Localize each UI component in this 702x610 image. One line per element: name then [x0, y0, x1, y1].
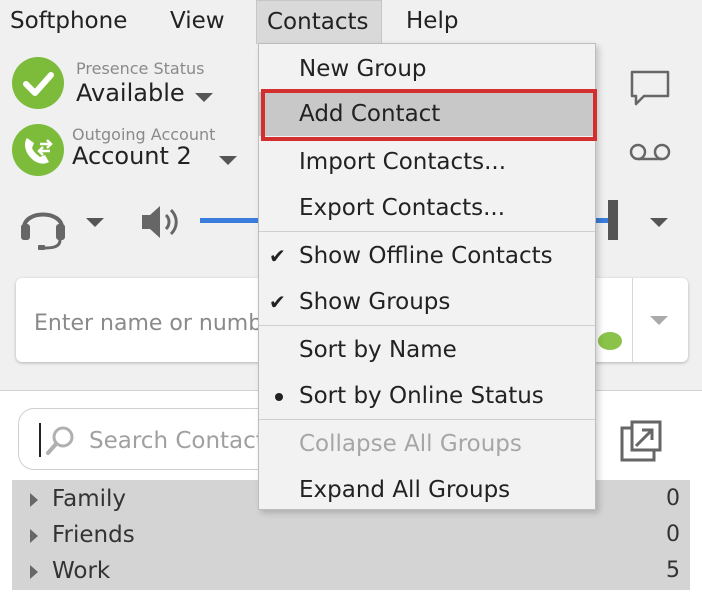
search-icon [46, 426, 74, 455]
menu-item-label: Sort by Online Status [299, 383, 544, 409]
volume-menu-caret-icon[interactable] [650, 218, 668, 227]
menu-item-export-contacts[interactable]: Export Contacts... [259, 186, 595, 230]
speaker-icon[interactable] [138, 200, 184, 244]
menu-item-show-offline-contacts[interactable]: ✔ Show Offline Contacts [259, 234, 595, 278]
account-dropdown-caret-icon[interactable] [219, 156, 237, 165]
radio-dot-icon [275, 393, 283, 401]
dial-input[interactable] [32, 302, 272, 344]
menu-contacts[interactable]: Contacts [256, 0, 382, 44]
phone-transfer-icon [25, 138, 53, 164]
presence-status-value[interactable]: Available [76, 79, 185, 107]
menu-item-import-contacts[interactable]: Import Contacts... [259, 140, 595, 184]
menu-item-label: Collapse All Groups [299, 431, 522, 457]
menu-softphone[interactable]: Softphone [0, 0, 137, 44]
expand-arrow-icon[interactable] [30, 529, 38, 543]
presence-status-label: Presence Status [76, 59, 205, 78]
checkmark-icon: ✔ [269, 244, 286, 268]
contacts-dropdown-menu: New Group Add Contact Import Contacts...… [258, 43, 597, 512]
menu-item-new-group[interactable]: New Group [259, 47, 595, 91]
menu-item-add-contact[interactable]: Add Contact [259, 89, 597, 141]
group-count: 0 [666, 522, 680, 547]
menu-item-label: Show Groups [299, 289, 451, 315]
volume-slider-handle[interactable] [608, 200, 618, 240]
menu-item-label: Expand All Groups [299, 477, 511, 503]
presence-dropdown-caret-icon[interactable] [195, 93, 213, 102]
volume-slider-fill [596, 218, 608, 223]
call-status-indicator [598, 332, 622, 350]
dial-divider [632, 278, 633, 362]
group-row-friends[interactable]: Friends 0 [12, 518, 690, 554]
menu-item-label: Add Contact [299, 101, 441, 127]
expand-arrow-icon[interactable] [30, 565, 38, 579]
menu-item-sort-by-online-status[interactable]: Sort by Online Status [259, 374, 595, 418]
group-count: 0 [666, 486, 680, 511]
menu-separator [259, 419, 595, 420]
menu-help[interactable]: Help [396, 0, 468, 44]
group-name: Friends [52, 522, 135, 548]
text-cursor [39, 423, 41, 457]
presence-status-icon[interactable] [12, 57, 64, 109]
outgoing-account-value[interactable]: Account 2 [72, 142, 192, 170]
chat-icon[interactable] [628, 68, 672, 108]
menu-view[interactable]: View [160, 0, 235, 44]
menu-item-show-groups[interactable]: ✔ Show Groups [259, 280, 595, 324]
group-row-work[interactable]: Work 5 [12, 554, 690, 590]
menu-item-label: Show Offline Contacts [299, 243, 553, 269]
menu-item-label: Sort by Name [299, 337, 457, 363]
voicemail-icon[interactable] [628, 138, 672, 166]
dial-dropdown-caret-icon[interactable] [650, 316, 668, 325]
group-name: Work [52, 558, 111, 584]
audio-device-caret-icon[interactable] [86, 218, 104, 227]
menu-item-sort-by-name[interactable]: Sort by Name [259, 328, 595, 372]
menu-separator [259, 325, 595, 326]
menu-item-collapse-all-groups: Collapse All Groups [259, 422, 595, 466]
checkmark-icon [23, 72, 54, 96]
checkmark-icon: ✔ [269, 290, 286, 314]
headset-icon[interactable] [16, 196, 70, 252]
outgoing-account-icon[interactable] [12, 124, 64, 176]
menu-item-label: New Group [299, 56, 427, 82]
volume-slider[interactable] [200, 218, 260, 223]
menu-item-label: Import Contacts... [299, 149, 507, 175]
expand-arrow-icon[interactable] [30, 493, 38, 507]
expand-window-icon[interactable] [618, 418, 664, 464]
group-count: 5 [666, 558, 680, 583]
menu-item-label: Export Contacts... [299, 195, 506, 221]
menu-separator [259, 231, 595, 232]
menu-item-expand-all-groups[interactable]: Expand All Groups [259, 468, 595, 512]
menu-bar: Softphone View Contacts Help [0, 0, 702, 44]
group-name: Family [52, 486, 127, 512]
